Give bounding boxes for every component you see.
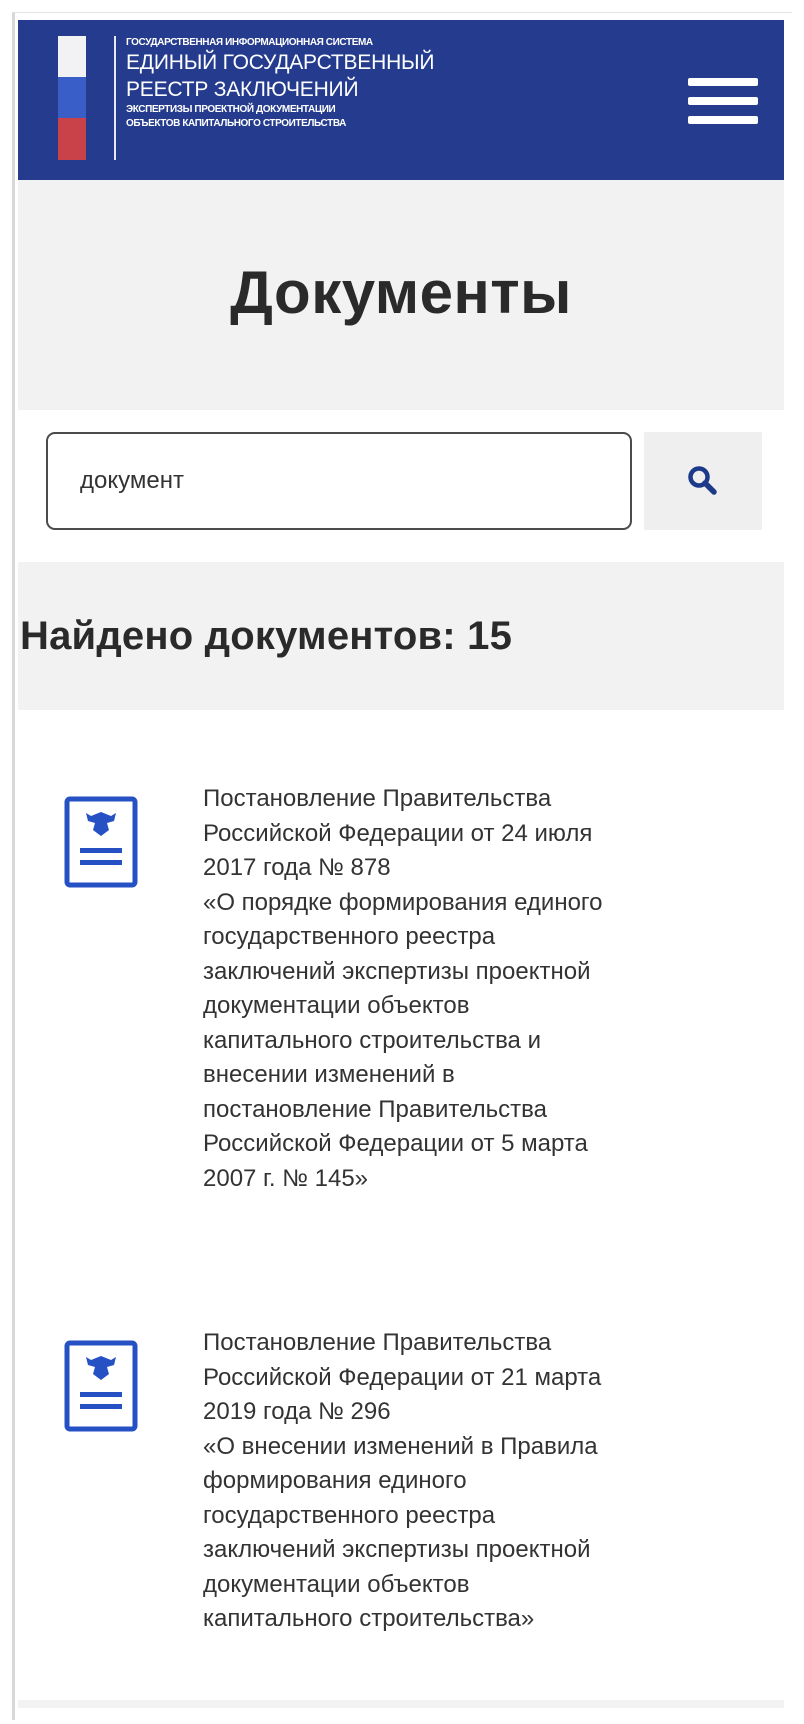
results-section: Найдено документов: 15 bbox=[18, 562, 784, 710]
bottom-divider bbox=[18, 1700, 784, 1708]
document-title-line: 2017 года № 878 bbox=[203, 854, 391, 881]
brand-title-line-1: ЕДИНЫЙ ГОСУДАРСТВЕННЫЙ bbox=[126, 51, 435, 74]
document-description-line: государственного реестра bbox=[203, 923, 496, 950]
brand-system-line: ГОСУДАРСТВЕННАЯ ИНФОРМАЦИОННАЯ СИСТЕМА bbox=[126, 37, 373, 48]
document-description-line: Российской Федерации от 5 марта bbox=[203, 1130, 588, 1157]
document-description-line: государственного реестра bbox=[203, 1501, 496, 1529]
document-description-line: капитального строительства» bbox=[203, 1605, 535, 1632]
document-title-line: Постановление Правительства bbox=[203, 785, 552, 812]
document-icon bbox=[64, 796, 138, 888]
site-header: ГОСУДАРСТВЕННАЯ ИНФОРМАЦИОННАЯ СИСТЕМА Е… bbox=[18, 20, 784, 180]
brand-subtitle-line-1: ЭКСПЕРТИЗЫ ПРОЕКТНОЙ ДОКУМЕНТАЦИИ bbox=[126, 104, 336, 115]
search-input[interactable] bbox=[46, 432, 632, 530]
russian-flag-logo bbox=[58, 36, 86, 160]
brand-title-line-2: РЕЕСТР ЗАКЛЮЧЕНИЙ bbox=[126, 78, 359, 101]
document-description-line: «О внесении изменений в Правила bbox=[203, 1432, 598, 1460]
document-description-line: заключений экспертизы проектной bbox=[203, 957, 591, 985]
page-title: Документы bbox=[230, 259, 572, 326]
search-icon bbox=[688, 466, 717, 495]
document-icon bbox=[64, 1340, 138, 1432]
hamburger-menu-icon[interactable] bbox=[688, 78, 758, 128]
results-count: Найдено документов: 15 bbox=[20, 614, 513, 658]
document-title-line: Российской Федерации от 21 марта bbox=[203, 1363, 602, 1391]
document-text: Постановление Правительства Российской Ф… bbox=[203, 782, 723, 1196]
document-description-line: капитального строительства и bbox=[203, 1026, 541, 1054]
document-description-line: «О порядке формирования единого bbox=[203, 888, 603, 916]
document-title-line: Российской Федерации от 24 июля bbox=[203, 819, 593, 847]
logo-divider bbox=[114, 36, 116, 160]
document-description-line: документации объектов bbox=[203, 1570, 470, 1598]
document-title-line: Постановление Правительства bbox=[203, 1329, 552, 1356]
document-description-line: формирования единого bbox=[203, 1467, 467, 1494]
document-description-line: постановление Правительства bbox=[203, 1095, 547, 1123]
title-section: Документы bbox=[18, 180, 784, 410]
search-button[interactable] bbox=[644, 432, 762, 530]
document-description-line: документации объектов bbox=[203, 992, 470, 1019]
document-description-line: заключений экспертизы проектной bbox=[203, 1536, 591, 1563]
brand-subtitle-line-2: ОБЪЕКТОВ КАПИТАЛЬНОГО СТРОИТЕЛЬСТВА bbox=[126, 118, 346, 129]
document-description-line: внесении изменений в bbox=[203, 1061, 455, 1088]
document-text: Постановление Правительства Российской Ф… bbox=[203, 1326, 723, 1637]
site-brand[interactable]: ГОСУДАРСТВЕННАЯ ИНФОРМАЦИОННАЯ СИСТЕМА Е… bbox=[126, 36, 546, 131]
document-description-line: 2007 г. № 145» bbox=[203, 1164, 369, 1192]
document-title-line: 2019 года № 296 bbox=[203, 1398, 391, 1425]
